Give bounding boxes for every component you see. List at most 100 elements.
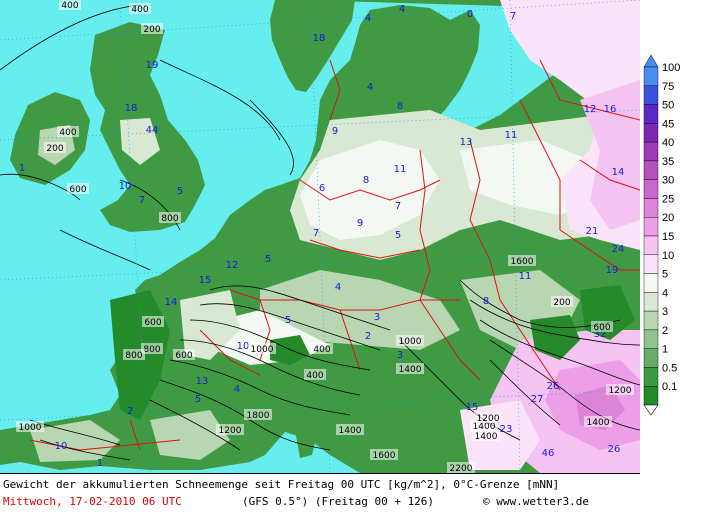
snow-value-label: 6 [319,183,325,194]
legend-swatch [643,254,659,274]
snow-value-label: 11 [394,164,407,175]
legend-label: 75 [662,81,674,93]
snow-value-label: 11 [505,130,518,141]
contour-label-text: 400 [131,5,148,15]
snow-value-label: 5 [265,254,271,265]
legend-label: 20 [662,212,674,224]
caption-valid-time: Mittwoch, 17-02-2010 06 UTC [3,495,182,508]
map-caption: Gewicht der akkumulierten Schneemenge se… [0,473,640,514]
contour-value-label: 2200 [447,462,475,473]
snow-value-label: 9 [357,218,363,229]
contour-label-text: 200 [143,25,160,35]
contour-value-label: 1000 [396,335,424,347]
snow-value-label: 4 [365,13,371,24]
snow-value-label: 4 [335,282,341,293]
snow-value-label: 14 [165,297,178,308]
snow-value-label: 19 [606,265,619,276]
snow-value-label: 26 [547,381,560,392]
snow-value-label: 13 [196,376,209,387]
contour-label-text: 1200 [609,386,632,396]
legend-label: 40 [662,137,674,149]
legend-canvas: 100 75 50 45 40 35 30 25 20 15 10 5 4 3 2 1 0.5 0.1 [643,54,680,416]
legend-swatch [643,292,659,312]
contour-label-text: 1200 [477,414,500,424]
contour-value-label: 1600 [370,449,398,461]
contour-label-text: 600 [144,318,161,328]
snow-value-label: 15 [466,402,479,413]
contour-label-text: 2200 [450,464,473,473]
contour-value-label: 1200 [216,424,244,436]
contour-label-text: 1000 [251,345,274,355]
legend-label: 35 [662,156,674,168]
snow-value-label: 11 [519,271,532,282]
legend-label: 3 [662,306,668,318]
contour-label-text: 1400 [399,365,422,375]
legend-swatch [643,85,659,105]
contour-label-text: 1000 [19,423,42,433]
snow-value-label: 16 [604,104,617,115]
legend-label: 15 [662,231,674,243]
legend-labels: 100 75 50 45 40 35 30 25 20 15 10 5 4 3 2 1 0.5 0.1 [662,62,680,393]
caption-description: Gewicht der akkumulierten Schneemenge se… [3,478,560,491]
contour-value-label: 400 [304,369,326,381]
contour-value-label: 1000 [248,343,276,355]
snow-value-label: 1 [97,458,103,469]
contour-label-text: 800 [125,351,142,361]
legend-label: 50 [662,100,674,112]
snow-value-label: 3 [397,350,403,361]
snow-value-label: 7 [510,11,516,22]
snow-value-label: 23 [500,424,513,435]
snow-value-label: 8 [483,296,489,307]
snow-value-label: 5 [195,394,201,405]
legend-swatch [643,310,659,331]
contour-value-label: 600 [591,321,613,333]
legend-label: 0.5 [662,362,677,374]
legend-swatch [643,386,659,406]
contour-value-label: 200 [141,23,163,35]
contour-value-label: 1800 [244,409,272,421]
legend-swatch [643,104,659,124]
legend-swatch [643,160,659,180]
legend-label: 25 [662,193,674,205]
snow-value-label: 1 [19,163,25,174]
contour-value-label: 1200 [474,412,502,424]
snow-value-label: 18 [313,33,326,44]
contour-value-label: 400 [129,3,151,15]
snow-value-label: 5 [177,186,183,197]
contour-label-text: 200 [553,298,570,308]
legend-swatch [643,348,659,368]
snow-value-label: 12 [226,260,239,271]
legend-label: 10 [662,250,674,262]
contour-label-text: 1400 [475,432,498,442]
legend-swatch [643,235,659,255]
snow-value-label: 10 [237,341,250,352]
contour-label-text: 1400 [339,426,362,436]
snow-value-label: 8 [397,101,403,112]
contour-label-text: 600 [593,323,610,333]
snow-value-label: 3 [374,312,380,323]
legend-swatch [643,329,659,349]
contour-label-text: 800 [161,214,178,224]
contour-value-label: 1000 [16,421,44,433]
contour-value-label: 800 [159,212,181,224]
contour-value-label: 1200 [606,384,634,396]
legend-label: 0.1 [662,381,677,393]
legend-label: 100 [662,62,680,74]
snow-value-label: 21 [586,226,599,237]
legend-swatch [643,367,659,387]
snow-value-label: 15 [199,275,212,286]
snow-value-label: 26 [608,444,621,455]
snow-value-label: 24 [612,244,625,255]
contour-label-text: 1600 [511,257,534,267]
legend-swatches [643,54,659,416]
contour-value-label: 200 [44,142,66,154]
snow-value-label: 12 [584,104,597,115]
contour-label-text: 1400 [587,418,610,428]
snow-value-label: 5 [395,230,401,241]
snow-value-label: 10 [119,181,132,192]
snow-value-label: 46 [542,448,555,459]
snow-value-label: 4 [399,4,405,15]
contour-value-label: 1400 [472,430,500,442]
legend-swatch [643,179,659,199]
snow-value-label: 14 [612,167,625,178]
